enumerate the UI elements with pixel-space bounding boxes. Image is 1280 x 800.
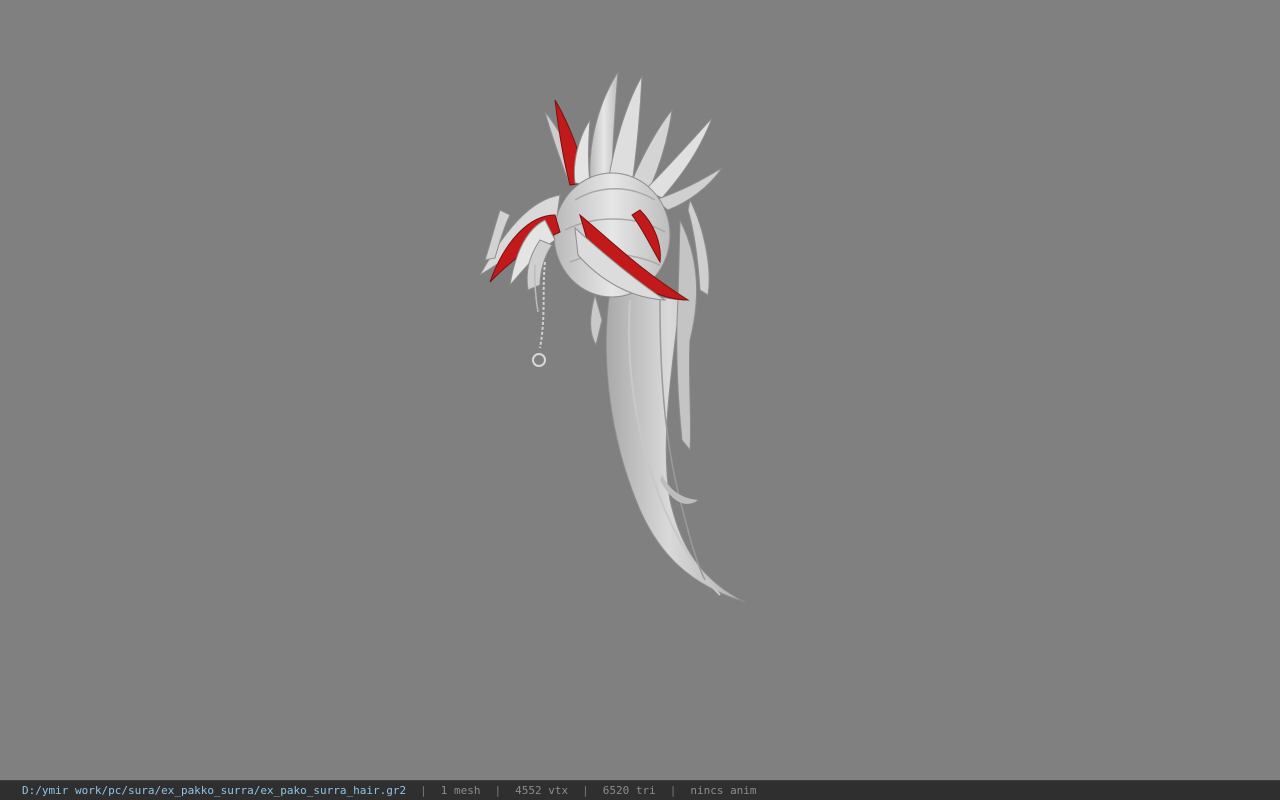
hair-tail-side — [590, 293, 603, 347]
status-separator: | — [494, 784, 502, 797]
vertex-count: 4552 vtx — [515, 784, 569, 797]
hair-chain-ring — [532, 353, 546, 367]
hair-spike — [573, 118, 591, 186]
hair-tail-side — [676, 219, 698, 452]
status-separator: | — [420, 784, 427, 797]
triangle-count: 6520 tri — [602, 784, 656, 797]
animation-status: nincs anim — [690, 784, 757, 797]
status-separator: | — [582, 784, 589, 797]
file-path: D:/ymir work/pc/sura/ex_pakko_surra/ex_p… — [22, 784, 407, 797]
status-bar: D:/ymir work/pc/sura/ex_pakko_surra/ex_p… — [0, 780, 1280, 800]
mesh-count: 1 mesh — [440, 784, 481, 797]
hair-model-render[interactable] — [0, 0, 1280, 780]
3d-viewport[interactable] — [0, 0, 1280, 780]
status-separator: | — [669, 784, 677, 797]
hair-tail — [605, 289, 746, 603]
